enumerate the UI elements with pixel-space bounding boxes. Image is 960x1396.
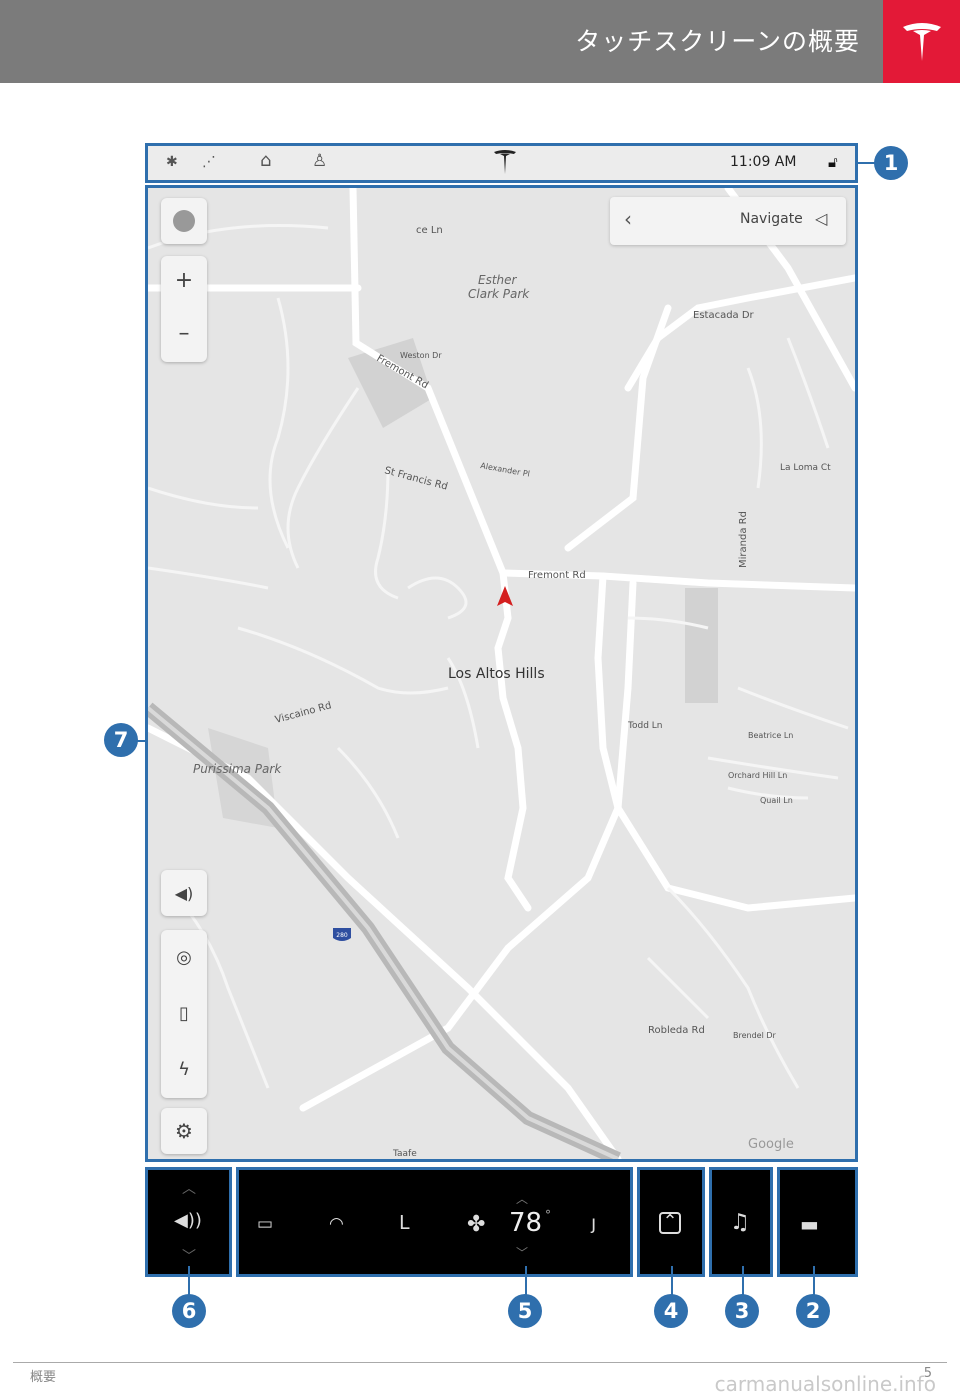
home-icon[interactable]: ⌂ — [260, 150, 271, 171]
park-label: Purissima Park — [193, 762, 282, 776]
zoom-in-icon[interactable]: + — [175, 256, 193, 309]
temperature-value: 78 — [509, 1208, 543, 1238]
park-label: Clark Park — [468, 287, 530, 301]
street-label: Todd Ln — [627, 721, 662, 731]
footer-section: 概要 — [30, 1370, 57, 1385]
footer-rule — [13, 1362, 947, 1363]
passenger-seat-heater-icon[interactable]: ȷ — [591, 1212, 596, 1234]
street-label: La Loma Ct — [780, 463, 831, 473]
globe-icon[interactable]: ◎ — [176, 930, 192, 986]
profile-icon[interactable]: ♙ — [312, 151, 327, 171]
navigate-bar[interactable]: ‹ Navigate ◁ — [610, 197, 846, 245]
car-controls[interactable]: ▬ — [777, 1167, 858, 1277]
compass-icon — [173, 210, 195, 232]
temperature-unit: ° — [545, 1208, 551, 1222]
clock: 11:09 AM — [730, 154, 797, 170]
media-player[interactable]: ♫ — [709, 1167, 773, 1277]
street-label: Orchard Hill Ln — [728, 771, 787, 780]
street-label: Beatrice Ln — [748, 731, 793, 740]
map-options-panel: ◎ ▯ ϟ — [161, 930, 207, 1098]
callout-2: 2 — [796, 1294, 830, 1328]
chevron-down-icon[interactable]: ﹀ — [182, 1246, 196, 1266]
lock-icon[interactable]: 🔓︎ — [828, 153, 838, 171]
google-attribution: Google — [748, 1137, 794, 1152]
volume-nav-button[interactable]: ◀) — [161, 870, 207, 916]
zoom-control: + – — [161, 256, 207, 362]
app-launcher[interactable]: ⌃ — [637, 1167, 705, 1277]
callout-7: 7 — [104, 723, 138, 757]
bluetooth-icon[interactable]: ✱ — [166, 154, 178, 170]
callout-4: 4 — [654, 1294, 688, 1328]
callout-6: 6 — [172, 1294, 206, 1328]
climate-control: ▭ ◠ ꓡ ✤ ︿ 78 ° ﹀ ȷ — [236, 1167, 633, 1277]
page-title: タッチスクリーンの概要 — [575, 27, 860, 56]
driver-seat-heater-icon[interactable]: ꓡ — [399, 1212, 410, 1234]
charging-icon[interactable]: ϟ — [178, 1042, 190, 1098]
music-note-icon: ♫ — [730, 1210, 750, 1235]
tesla-logo-icon — [493, 148, 517, 180]
no-signal-icon: ⋰ — [202, 154, 216, 170]
fan-icon[interactable]: ✤ — [467, 1212, 485, 1237]
chevron-down-icon[interactable]: ﹀ — [516, 1244, 528, 1261]
car-icon: ▬ — [800, 1212, 819, 1236]
gear-icon: ⚙ — [175, 1119, 193, 1143]
street-label: Weston Dr — [400, 351, 442, 360]
street-label: ce Ln — [416, 225, 443, 236]
launcher-icon: ⌃ — [659, 1212, 681, 1234]
street-label: Taafe — [392, 1149, 417, 1159]
speaker-icon: ◀) — [174, 883, 194, 903]
status-bar: ✱ ⋰ ⌂ ♙ 11:09 AM 🔓︎ — [145, 143, 858, 183]
chevron-up-icon[interactable]: ︿ — [516, 1190, 528, 1207]
callout-3: 3 — [725, 1294, 759, 1328]
park-label: Esther — [478, 273, 518, 287]
street-label: Brendel Dr — [733, 1031, 777, 1040]
navigate-label: Navigate — [740, 211, 803, 227]
watermark: carmanualsonline.info — [714, 1372, 936, 1396]
compass-button[interactable] — [161, 198, 207, 244]
tesla-logo — [883, 0, 960, 83]
zoom-out-icon[interactable]: – — [179, 309, 190, 362]
chevron-left-icon[interactable]: ‹ — [624, 207, 632, 231]
page-header: タッチスクリーンの概要 — [0, 0, 960, 83]
street-label: Estacada Dr — [693, 310, 755, 321]
highway-number: 280 — [336, 932, 348, 939]
speaker-icon: ◀)) — [174, 1210, 202, 1231]
settings-button[interactable]: ⚙ — [161, 1108, 207, 1154]
highway-shield: 280 — [333, 928, 351, 941]
street-label: Robleda Rd — [648, 1025, 705, 1036]
map-view[interactable]: 280 Manuela Ct ce Ln Esther Clark Park E… — [145, 185, 858, 1162]
chevron-up-icon[interactable]: ︿ — [182, 1178, 196, 1198]
front-defrost-icon[interactable]: ◠ — [329, 1214, 344, 1234]
callout-5: 5 — [508, 1294, 542, 1328]
volume-control[interactable]: ︿ ◀)) ﹀ — [145, 1167, 232, 1277]
rear-defrost-icon[interactable]: ▭ — [257, 1214, 273, 1234]
navigate-arrow-icon: ◁ — [815, 209, 828, 228]
callout-1: 1 — [874, 146, 908, 180]
street-label: Fremont Rd — [528, 570, 586, 581]
traffic-icon[interactable]: ▯ — [179, 986, 189, 1042]
street-label: Quail Ln — [760, 796, 793, 805]
street-label: Miranda Rd — [738, 511, 749, 568]
area-name: Los Altos Hills — [448, 666, 545, 682]
